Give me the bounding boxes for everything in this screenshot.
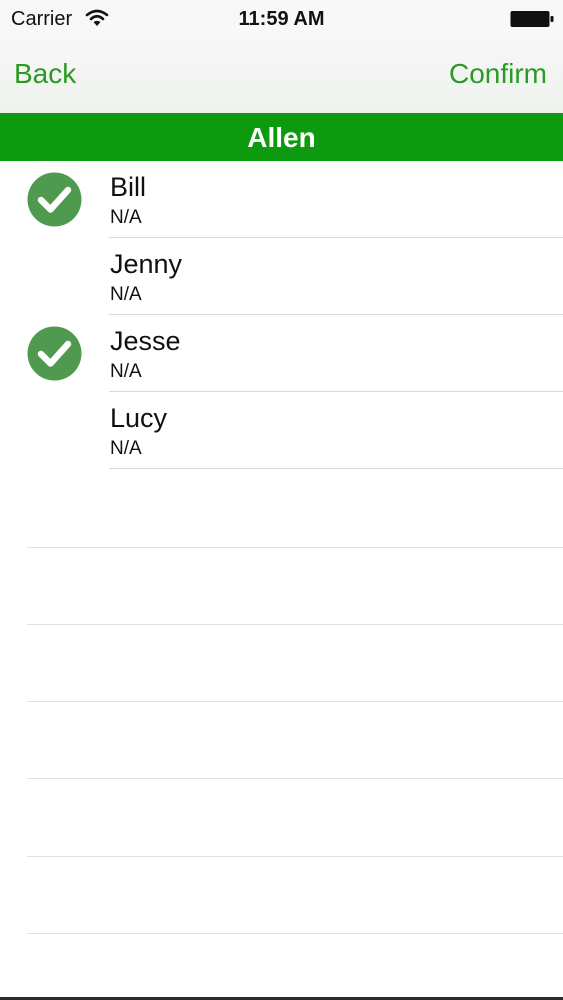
list-item[interactable]: Lucy N/A — [0, 392, 563, 469]
empty-row-divider — [27, 547, 563, 548]
status-bar: Carrier 11:59 AM — [0, 0, 563, 40]
row-divider — [109, 468, 563, 469]
list-item-subtitle: N/A — [110, 207, 142, 228]
battery-icon — [510, 11, 554, 27]
list-item-subtitle: N/A — [110, 284, 142, 305]
empty-row-divider — [27, 933, 563, 934]
empty-row-divider — [27, 856, 563, 857]
list-item-subtitle: N/A — [110, 438, 142, 459]
empty-row-divider — [27, 701, 563, 702]
list-item[interactable]: Jesse N/A — [0, 315, 563, 392]
list-item-name: Lucy — [110, 403, 168, 433]
empty-row-divider — [27, 624, 563, 625]
status-time: 11:59 AM — [238, 8, 325, 30]
confirm-button[interactable]: Confirm — [449, 58, 547, 90]
checkmark-icon — [27, 172, 82, 227]
list-item-name: Jenny — [110, 249, 183, 279]
list-item-name: Jesse — [110, 326, 181, 356]
section-header: Allen — [0, 113, 563, 161]
contact-list: Bill N/A Jenny N/A Jesse N/A Lucy N/A — [0, 161, 563, 469]
back-button[interactable]: Back — [14, 58, 76, 90]
list-item-name: Bill — [110, 172, 147, 202]
empty-row-divider — [27, 778, 563, 779]
checkmark-icon — [27, 326, 82, 381]
page-title: Allen — [247, 122, 316, 153]
list-item[interactable]: Bill N/A — [0, 161, 563, 238]
list-item[interactable]: Jenny N/A — [0, 238, 563, 315]
list-item-subtitle: N/A — [110, 361, 142, 382]
navigation-bar: Back Confirm — [0, 40, 563, 113]
